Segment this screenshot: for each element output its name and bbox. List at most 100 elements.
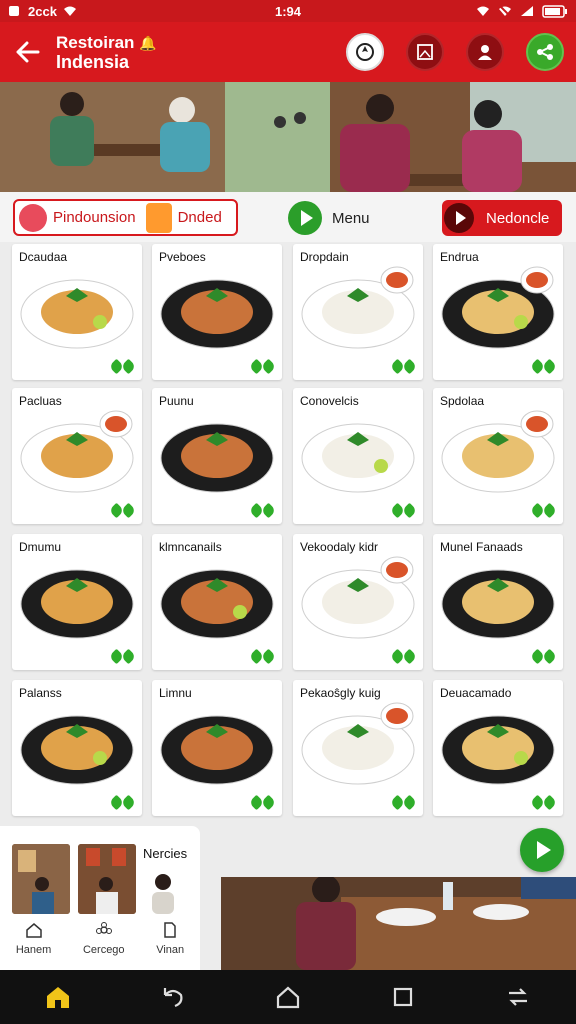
system-nav-bar — [0, 970, 576, 1024]
tab-home-label: Hanem — [15, 944, 52, 956]
halal-badge-icon — [248, 794, 277, 811]
menu-item-name: Dcaudaa — [19, 250, 68, 264]
halal-badge-icon — [529, 648, 558, 665]
switch-icon[interactable] — [504, 983, 532, 1011]
menu-item-card[interactable]: Pekaoŝgly kuig — [293, 680, 423, 816]
arrow-left-icon — [16, 41, 40, 63]
sim-icon — [9, 6, 19, 16]
home-outline-icon[interactable] — [274, 983, 302, 1011]
home-nav-icon[interactable] — [44, 983, 72, 1011]
menu-item-card[interactable]: Vekoodaly kidr — [293, 534, 423, 670]
status-bar: 2cck 1:94 — [0, 0, 576, 22]
dining-photo — [221, 877, 576, 970]
tab-category-label: Cercego — [82, 944, 125, 956]
red-button-label: Nedoncle — [486, 209, 550, 227]
menu-item-card[interactable]: Endrua — [433, 244, 563, 380]
menu-item-name: Pekaoŝgly kuig — [300, 686, 381, 700]
menu-item-name: klmncanails — [159, 540, 222, 554]
dish-image — [301, 702, 415, 785]
bell-icon: 🔔 — [139, 34, 157, 51]
menu-item-card[interactable]: Puunu — [152, 388, 282, 524]
status-time: 1:94 — [274, 3, 302, 19]
menu-item-card[interactable]: Spdolaa — [433, 388, 563, 524]
wifi-icon — [63, 6, 76, 16]
play-fab[interactable] — [520, 828, 564, 872]
halal-badge-icon — [529, 794, 558, 811]
dish-image — [160, 279, 274, 349]
halal-badge-icon — [248, 648, 277, 665]
tab-view[interactable]: Vinan — [156, 922, 184, 956]
menu-item-card[interactable]: Pacluas — [12, 388, 142, 524]
dish-image — [160, 569, 274, 639]
restaurant-thumb-1[interactable] — [12, 844, 70, 914]
compass-icon — [356, 43, 374, 61]
menu-item-name: Deuacamado — [440, 686, 512, 700]
halal-badge-icon — [389, 794, 418, 811]
restaurant-thumb-2[interactable] — [78, 844, 136, 914]
dish-image — [301, 266, 415, 349]
gallery-button[interactable] — [406, 33, 444, 71]
halal-badge-icon — [248, 502, 277, 519]
menu-item-name: Dropdain — [300, 250, 349, 264]
menu-item-card[interactable]: Dmumu — [12, 534, 142, 670]
menu-item-card[interactable]: Conovelcis — [293, 388, 423, 524]
menu-item-name: Pvebоes — [159, 250, 206, 264]
halal-badge-icon — [108, 648, 137, 665]
share-button[interactable] — [526, 33, 564, 71]
app-bar: Restoiran 🔔 Indensia — [0, 22, 576, 82]
tab-view-label: Vinan — [156, 944, 185, 956]
battery-icon — [542, 4, 567, 18]
back-nav-icon[interactable] — [159, 983, 187, 1011]
halal-badge-icon — [108, 794, 137, 811]
dish-image — [160, 423, 274, 493]
menu-item-card[interactable]: Limnu — [152, 680, 282, 816]
play-dark-icon — [444, 203, 474, 233]
dish-image — [301, 423, 415, 493]
menu-item-card[interactable]: Pvebоes — [152, 244, 282, 380]
menu-item-name: Dmumu — [19, 540, 62, 554]
home-icon — [25, 923, 42, 938]
status-left-text: 2cck — [28, 3, 57, 19]
dish-image — [20, 715, 134, 785]
tab-home[interactable]: Hanem — [16, 922, 51, 956]
mascot-icon — [145, 202, 172, 233]
menu-item-name: Conovelcis — [300, 394, 359, 408]
panel-tabs: Hanem Cercego Vinan — [0, 922, 200, 956]
user-icon — [478, 45, 492, 60]
chip-label: Pindounsion — [53, 209, 136, 226]
menu-item-card[interactable]: Dropdain — [293, 244, 423, 380]
halal-badge-icon — [529, 502, 558, 519]
flower-outline-icon — [95, 922, 112, 934]
dish-image — [441, 569, 555, 639]
tab-category[interactable]: Cercego — [83, 922, 125, 956]
wifi-signal-icon — [477, 6, 489, 16]
explore-panel: Nercies Hanem Cercego Vinan — [0, 826, 200, 970]
menu-item-card[interactable]: Deuacamado — [433, 680, 563, 816]
dish-image — [441, 266, 555, 349]
flower-icon — [19, 203, 47, 232]
dish-image — [20, 279, 134, 349]
menu-item-card[interactable]: Palanss — [12, 680, 142, 816]
dish-image — [301, 556, 415, 639]
person-image — [152, 874, 174, 914]
halal-badge-icon — [389, 358, 418, 375]
profile-button[interactable] — [466, 33, 504, 71]
red-action-button[interactable]: Nedoncle — [442, 200, 562, 236]
compass-button[interactable] — [346, 33, 384, 71]
halal-badge-icon — [248, 358, 277, 375]
title-line2: Indensia — [56, 51, 130, 72]
menu-item-name: Limnu — [159, 686, 192, 700]
menu-item-card[interactable]: klmncanails — [152, 534, 282, 670]
cuisine-chip[interactable]: Pindounsion Dnded — [13, 199, 238, 236]
recents-icon[interactable] — [389, 983, 417, 1011]
back-button[interactable] — [0, 22, 56, 82]
dish-image — [20, 569, 134, 639]
menu-button[interactable]: Menu — [288, 201, 370, 235]
dish-image — [441, 410, 555, 493]
menu-item-card[interactable]: Dcaudaa — [12, 244, 142, 380]
menu-label: Menu — [332, 209, 370, 227]
page-title: Restoiran 🔔 Indensia — [56, 33, 157, 72]
halal-badge-icon — [108, 502, 137, 519]
menu-item-card[interactable]: Munel Fanaads — [433, 534, 563, 670]
play-icon — [537, 841, 551, 859]
